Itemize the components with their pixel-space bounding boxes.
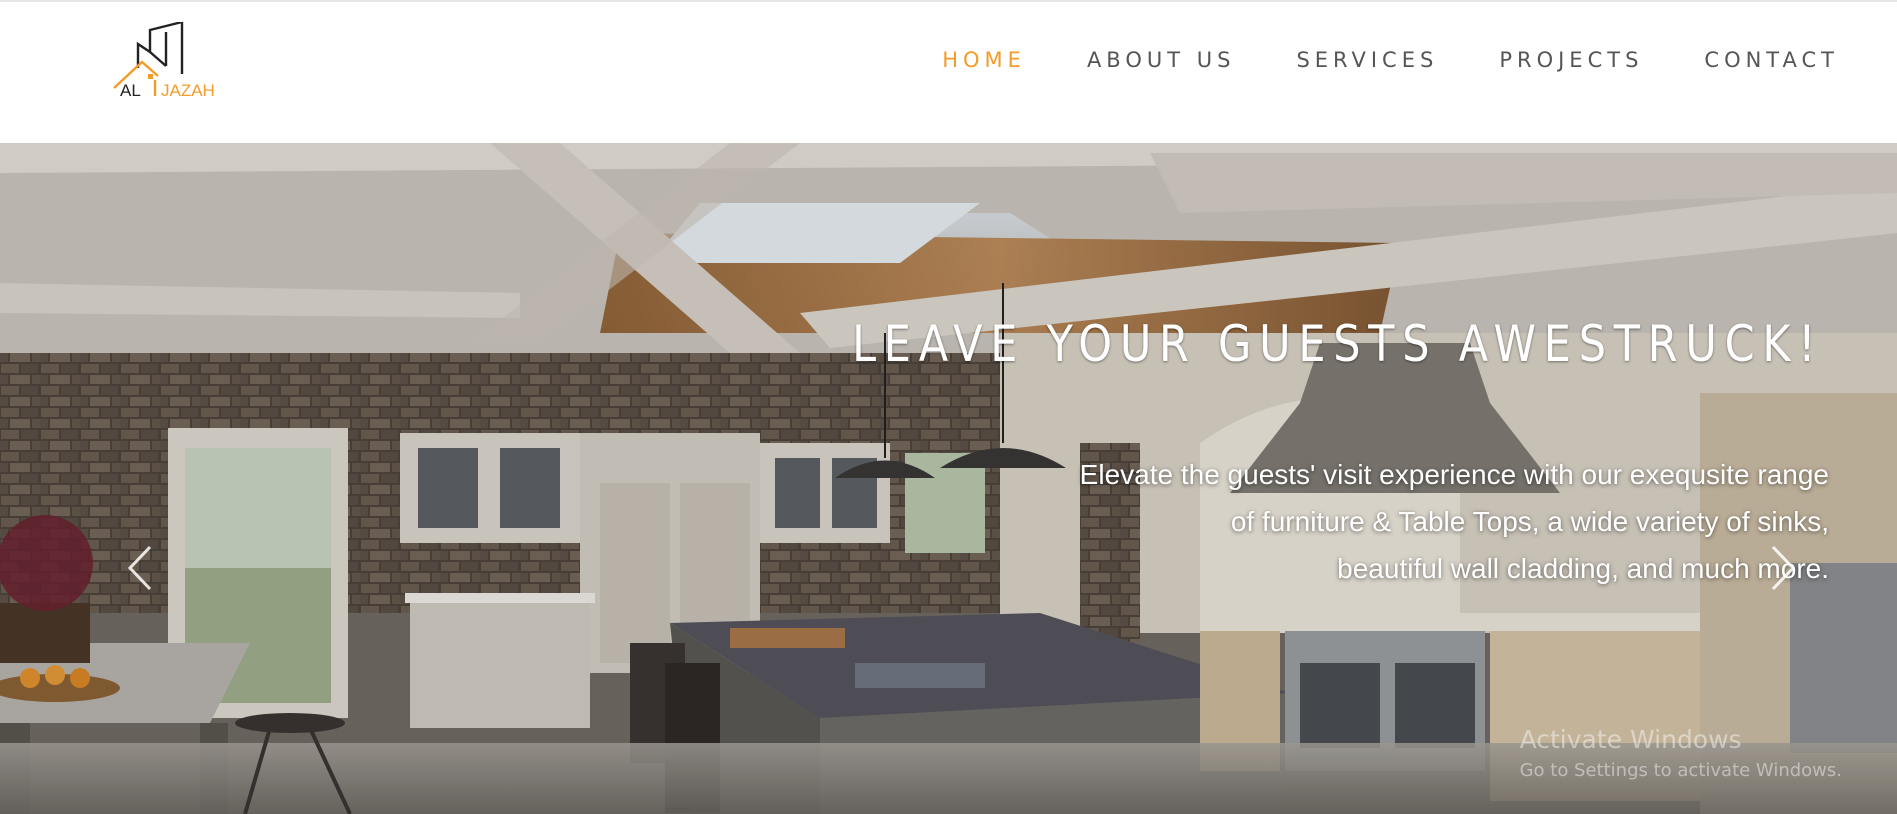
site-logo[interactable]: AL JAZAH (110, 20, 230, 102)
hero-slider: LEAVE YOUR GUESTS AWESTRUCK! Elevate the… (0, 143, 1897, 814)
windows-activation-watermark: Activate Windows Go to Settings to activ… (1520, 725, 1842, 781)
hero-subtitle: Elevate the guests' visit experience wit… (929, 451, 1829, 592)
nav-about-us[interactable]: ABOUT US (1087, 46, 1236, 74)
slider-prev-button[interactable] (124, 543, 158, 593)
logo-building-icon: AL JAZAH (113, 20, 215, 100)
hero-subtitle-line: of furniture & Table Tops, a wide variet… (1230, 506, 1829, 537)
hero-title: LEAVE YOUR GUESTS AWESTRUCK! (851, 315, 1823, 373)
site-header: AL JAZAH HOME ABOUT US SERVICES PROJECTS… (0, 0, 1897, 143)
nav-home[interactable]: HOME (942, 46, 1026, 74)
logo-text-right: JAZAH (161, 81, 215, 100)
watermark-title: Activate Windows (1519, 725, 1742, 754)
chevron-right-icon (1771, 545, 1796, 591)
nav-contact[interactable]: CONTACT (1704, 46, 1839, 74)
nav-projects[interactable]: PROJECTS (1499, 46, 1643, 74)
hero-subtitle-line: beautiful wall cladding, and much more. (1337, 553, 1829, 584)
chevron-left-icon (127, 545, 152, 591)
hero-subtitle-line: Elevate the guests' visit experience wit… (1079, 459, 1829, 490)
logo-text-left: AL (120, 81, 141, 100)
watermark-subtitle: Go to Settings to activate Windows. (1519, 760, 1842, 781)
main-nav: HOME ABOUT US SERVICES PROJECTS CONTACT (881, 46, 1839, 74)
nav-services[interactable]: SERVICES (1296, 46, 1438, 74)
slider-next-button[interactable] (1765, 543, 1799, 593)
